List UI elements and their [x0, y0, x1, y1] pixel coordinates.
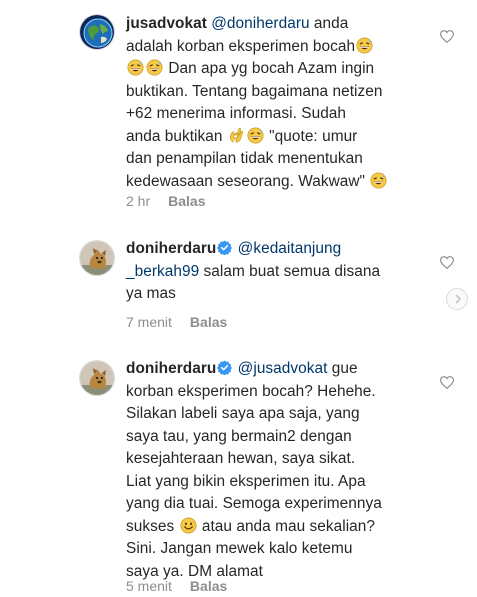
- grin-sweat-emoji-icon: [247, 127, 264, 143]
- avatar[interactable]: [79, 240, 115, 276]
- comment-username[interactable]: doniherdaru: [126, 360, 216, 377]
- comment-meta: 7 menit Balas: [126, 314, 227, 330]
- comment-text-segment: Dan apa yg bocah Azam ingin: [164, 60, 375, 77]
- comment-text-segment: "quote: umur: [264, 127, 358, 145]
- comment-line: @jusadvokat gue: [238, 360, 358, 377]
- comment-text-segment: dan penampilan tidak menentukan: [126, 150, 363, 167]
- reply-button[interactable]: Balas: [168, 193, 205, 209]
- comment-text-segment: ya mas: [126, 285, 176, 302]
- comment-line: +62 menerima informasi. Sudah: [126, 103, 426, 126]
- comment-line: anda buktikan "quote: umur: [126, 126, 426, 149]
- heart-outline-icon[interactable]: [440, 376, 454, 389]
- ok-hand-emoji-icon: [229, 127, 244, 143]
- comment-text-segment: gue: [327, 360, 358, 377]
- comment-line: @doniherdaru anda: [211, 15, 348, 32]
- grin-sweat-emoji-icon: [146, 59, 163, 76]
- comment-line: @kedaitanjung: [238, 240, 342, 257]
- verified-badge-icon: [217, 360, 233, 375]
- comment-line: kedewasaan seseorang. Wakwaw": [126, 171, 426, 194]
- comment-username[interactable]: jusadvokat: [126, 15, 207, 32]
- heart-outline-icon[interactable]: [440, 256, 454, 269]
- comment-text-segment: anda: [309, 15, 349, 32]
- avatar[interactable]: [79, 14, 115, 50]
- comment-line: saya tau, yang bermain2 dengan: [126, 426, 426, 449]
- comment-line: _berkah99 salam buat semua disana: [126, 261, 426, 284]
- comment-line: ya mas: [126, 283, 426, 306]
- comment-text-segment: Liat yang bikin eksperimen itu. Apa: [126, 472, 366, 490]
- comment-text: doniherdaru @jusadvokat gue korban ekspe…: [126, 358, 426, 583]
- mention-link[interactable]: @doniherdaru: [211, 15, 309, 32]
- scroll-right-button[interactable]: [446, 288, 468, 310]
- comment-time[interactable]: 5 menit: [126, 578, 172, 594]
- comment-line: Sini. Jangan mewek kalo ketemu: [126, 538, 426, 561]
- comment-text: jusadvokat @doniherdaru anda adalah korb…: [126, 13, 426, 193]
- comment-text-segment: buktikan. Tentang bagaimana netizen: [126, 82, 383, 100]
- comment-line: korban eksperimen bocah? Hehehe.: [126, 381, 426, 404]
- comment-text-segment: sukses: [126, 517, 179, 535]
- verified-badge-icon: [217, 240, 233, 255]
- dog-avatar-image: [80, 241, 114, 275]
- comment-text: doniherdaru @kedaitanjung _berkah99 sala…: [126, 238, 426, 306]
- heart-outline-icon[interactable]: [440, 30, 454, 43]
- comment-text-segment: adalah korban eksperimen bocah: [126, 37, 356, 55]
- comment-line: Silakan labeli saya apa saja, yang: [126, 403, 426, 426]
- dog-avatar-image: [80, 361, 114, 395]
- comment-text-segment: anda buktikan: [126, 127, 227, 145]
- comment-text-segment: saya tau, yang bermain2 dengan: [126, 427, 352, 445]
- mention-link[interactable]: _berkah99: [126, 263, 199, 280]
- mention-link[interactable]: @kedaitanjung: [238, 240, 342, 257]
- reply-button[interactable]: Balas: [190, 578, 227, 594]
- comment-text-segment: kedewasaan seseorang. Wakwaw": [126, 172, 370, 190]
- globe-avatar-image: [80, 15, 114, 49]
- comment-line: Liat yang bikin eksperimen itu. Apa: [126, 471, 426, 494]
- comment-line: Dan apa yg bocah Azam ingin: [126, 58, 426, 81]
- grin-sweat-emoji-icon: [127, 59, 144, 76]
- comment-text-segment: saya ya. DM alamat: [126, 562, 263, 580]
- comment-text-segment: atau anda mau sekalian?: [197, 517, 375, 535]
- comment-line: buktikan. Tentang bagaimana netizen: [126, 81, 426, 104]
- grin-sweat-emoji-icon: [356, 37, 373, 53]
- avatar[interactable]: [79, 360, 115, 396]
- comment-text-segment: Silakan labeli saya apa saja, yang: [126, 405, 360, 422]
- grin-sweat-emoji-icon: [370, 172, 387, 188]
- mention-link[interactable]: @jusadvokat: [238, 360, 328, 377]
- reply-button[interactable]: Balas: [190, 314, 227, 330]
- comment-time[interactable]: 7 menit: [126, 314, 172, 330]
- comment-text-segment: Sini. Jangan mewek kalo ketemu: [126, 540, 353, 557]
- comment-line: yang dia tuai. Semoga experimennya: [126, 493, 426, 516]
- chevron-right-icon: [455, 294, 461, 304]
- comment-line: sukses atau anda mau sekalian?: [126, 516, 426, 539]
- comment-text-segment: korban eksperimen bocah? Hehehe.: [126, 382, 376, 400]
- comment-meta: 5 menit Balas: [126, 578, 227, 594]
- comment-time[interactable]: 2 hr: [126, 193, 150, 209]
- comment-text-segment: kesejahteraan hewan, saya sikat.: [126, 450, 356, 467]
- comment-username[interactable]: doniherdaru: [126, 240, 216, 257]
- smile-emoji-icon: [180, 517, 197, 533]
- comment-meta: 2 hr Balas: [126, 193, 205, 209]
- comment-text-segment: yang dia tuai. Semoga experimennya: [126, 495, 382, 512]
- comment-text-segment: +62 menerima informasi. Sudah: [126, 105, 347, 122]
- comment-text-segment: salam buat semua disana: [199, 262, 381, 280]
- comment-line: kesejahteraan hewan, saya sikat.: [126, 448, 426, 471]
- comment-line: dan penampilan tidak menentukan: [126, 148, 426, 171]
- comment-line: adalah korban eksperimen bocah: [126, 36, 426, 59]
